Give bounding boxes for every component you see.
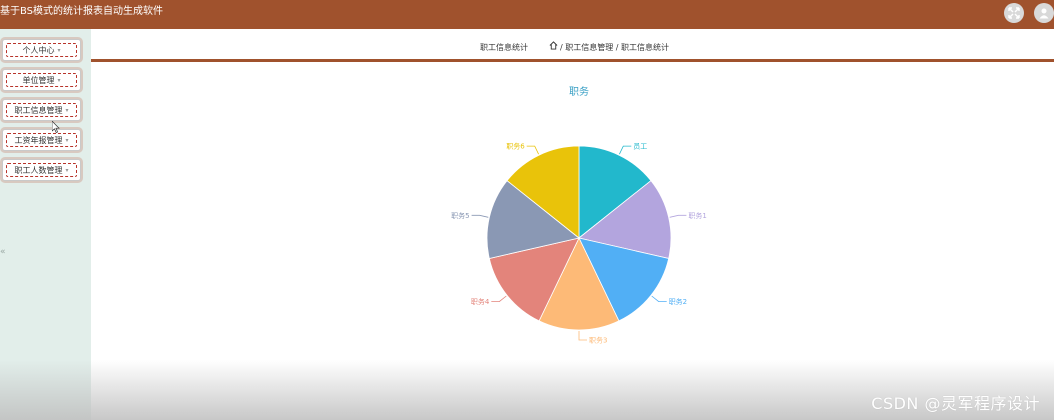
- page-title: 职工信息统计: [480, 43, 528, 52]
- breadcrumb-path[interactable]: / 职工信息管理 / 职工信息统计: [560, 42, 669, 53]
- pie-label: 员工: [633, 143, 647, 151]
- collapse-arrow-icon[interactable]: «: [0, 247, 6, 257]
- sidebar-item-label: 个人中心: [22, 45, 55, 55]
- chevron-down-icon: ▾: [65, 106, 69, 114]
- pie-label: 职务4: [471, 297, 490, 306]
- sidebar-item-staff-count-management[interactable]: 职工人数管理 ▾: [2, 159, 81, 181]
- app-title: 基于BS模式的统计报表自动生成软件: [0, 6, 164, 17]
- pie-label: 职务3: [589, 336, 607, 345]
- breadcrumb: 职工信息统计 / 职工信息管理 / 职工信息统计: [91, 29, 1054, 62]
- mouse-cursor-icon: [52, 121, 60, 133]
- pie-chart: 员工职务1 职务2 职务3 职务4 职务5 职务6: [451, 142, 707, 345]
- label-leader-line: [619, 145, 632, 155]
- sidebar-item-label: 工资年报管理: [14, 135, 63, 145]
- pie-label: 职务6: [506, 142, 525, 151]
- label-leader-line: [669, 214, 687, 218]
- sidebar-item-salary-report-management[interactable]: 工资年报管理 ▾: [2, 129, 81, 151]
- chevron-down-icon: ▾: [57, 46, 61, 54]
- sidebar-item-personal-center[interactable]: 个人中心 ▾: [2, 39, 81, 61]
- bottom-fade-left: [0, 360, 91, 420]
- chart-title: 职务: [569, 87, 589, 98]
- sidebar-item-label: 职工人数管理: [14, 165, 63, 175]
- top-bar: 基于BS模式的统计报表自动生成软件: [0, 0, 1054, 29]
- sidebar-item-staff-info-management[interactable]: 职工信息管理 ▾: [2, 99, 81, 121]
- pie-label: 职务1: [688, 211, 706, 220]
- pie-label: 职务2: [669, 297, 687, 306]
- expand-icon[interactable]: [1004, 3, 1024, 23]
- chevron-down-icon: ▾: [65, 136, 69, 144]
- watermark: CSDN @灵军程序设计: [871, 394, 1040, 413]
- user-icon[interactable]: [1034, 3, 1054, 23]
- label-leader-line: [526, 145, 539, 155]
- sidebar-item-label: 职工信息管理: [14, 105, 63, 115]
- label-leader-line: [578, 331, 587, 341]
- label-leader-line: [651, 295, 667, 303]
- home-icon[interactable]: [549, 41, 558, 50]
- chevron-down-icon: ▾: [65, 166, 69, 174]
- label-leader-line: [491, 295, 507, 303]
- label-leader-line: [471, 214, 489, 218]
- pie-label: 职务5: [451, 211, 469, 220]
